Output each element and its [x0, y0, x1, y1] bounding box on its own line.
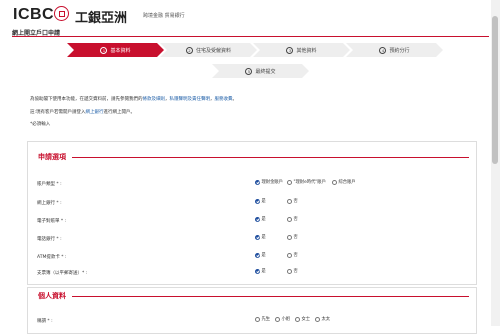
tagline: 跨境金融 貿易銀行 — [143, 13, 185, 19]
radio-icon[interactable] — [287, 198, 292, 204]
account-type-option[interactable]: 綜合賬戶 — [332, 179, 356, 185]
radio-icon[interactable] — [315, 316, 320, 322]
radio-icon[interactable] — [287, 179, 292, 185]
radio-icon[interactable] — [287, 234, 292, 240]
option-label: 是 — [261, 199, 266, 204]
title-option-mr[interactable]: 先生 — [255, 316, 270, 322]
option-label: 否 — [293, 217, 298, 222]
cheque-book-no[interactable]: 否 — [287, 268, 298, 274]
step-number: 1 — [100, 47, 107, 54]
application-options-title: 申請選項 — [38, 153, 66, 161]
option-label: 否 — [293, 269, 298, 274]
step-label: 其他資料 — [296, 47, 317, 54]
step-number: 5 — [245, 68, 252, 75]
option-label: 是 — [261, 253, 266, 258]
e-statement-no[interactable]: 否 — [287, 216, 298, 222]
radio-checked-icon[interactable] — [255, 252, 260, 258]
radio-icon[interactable] — [295, 316, 300, 322]
radio-icon[interactable] — [275, 316, 280, 322]
phone-banking-no[interactable]: 否 — [287, 234, 298, 240]
title-option-mrs[interactable]: 太太 — [315, 316, 330, 322]
icbc-logo-icon[interactable] — [54, 6, 69, 21]
privacy-link[interactable]: 私隱聲明及責任聲明 — [170, 97, 211, 102]
option-label: 否 — [293, 235, 298, 240]
intro-line-2: 註:現有客戶若需開戶請登入網上銀行進行網上開戶。 — [30, 109, 135, 115]
option-label: 否 — [293, 253, 298, 258]
section-divider — [72, 296, 469, 297]
step-label: 住宅及受僱資料 — [195, 47, 231, 54]
option-label: 太太 — [321, 317, 331, 322]
option-label: 否 — [293, 199, 298, 204]
site-header: ICBC 工銀亞洲 跨境金融 貿易銀行 — [0, 0, 490, 32]
step-label: 基本資料 — [110, 47, 131, 54]
atm-card-label: ATM提款卡 * : — [37, 255, 67, 260]
title-field-label: 稱謂 * : — [37, 319, 53, 324]
option-label: 綜合賬戶 — [338, 180, 356, 185]
atm-card-no[interactable]: 否 — [287, 252, 298, 258]
radio-icon[interactable] — [287, 252, 292, 258]
option-label: 理財金賬戶 — [261, 180, 283, 185]
radio-checked-icon[interactable] — [255, 198, 260, 204]
application-options-panel — [27, 141, 477, 285]
radio-icon[interactable] — [332, 179, 337, 185]
option-label: 先生 — [261, 317, 271, 322]
option-label: "理財e時代"賬戶 — [293, 180, 326, 185]
required-note: *必須輸入 — [30, 122, 51, 127]
phone-banking-yes[interactable]: 是 — [255, 234, 266, 240]
option-label: 小姐 — [281, 317, 291, 322]
online-banking-link[interactable]: 網上銀行 — [86, 110, 104, 115]
title-option-miss[interactable]: 小姐 — [275, 316, 290, 322]
title-divider — [12, 36, 489, 37]
option-label: 女士 — [301, 317, 311, 322]
account-type-option[interactable]: 理財金賬戶 — [255, 179, 283, 185]
note-text: 註:現有客戶若需開戶請登入 — [30, 110, 86, 115]
step-number: 2 — [186, 47, 193, 54]
personal-info-panel — [27, 287, 477, 334]
personal-info-title: 個人資料 — [38, 292, 66, 300]
radio-checked-icon[interactable] — [255, 268, 260, 274]
e-statement-yes[interactable]: 是 — [255, 216, 266, 222]
note-suffix: 進行網上開戶。 — [103, 110, 136, 115]
online-banking-no[interactable]: 否 — [287, 198, 298, 204]
step-final-submit: 5 最終提交 — [212, 64, 309, 78]
logo-chinese-text[interactable]: 工銀亞洲 — [75, 7, 127, 26]
radio-checked-icon[interactable] — [255, 234, 260, 240]
option-label: 是 — [261, 269, 266, 274]
step-label: 最終提交 — [255, 68, 276, 75]
section-divider — [72, 157, 469, 158]
radio-checked-icon[interactable] — [255, 179, 260, 185]
cheque-book-yes[interactable]: 是 — [255, 268, 266, 274]
step-number: 4 — [379, 47, 386, 54]
step-residence-employment: 2 住宅及受僱資料 — [160, 43, 257, 57]
intro-suffix: 。 — [232, 97, 238, 102]
account-type-option[interactable]: "理財e時代"賬戶 — [287, 179, 326, 185]
terms-link[interactable]: 條款及細則 — [143, 97, 166, 102]
phone-banking-label: 電話銀行 * : — [37, 237, 62, 242]
radio-icon[interactable] — [287, 216, 292, 222]
option-label: 是 — [261, 217, 266, 222]
step-other-info: 3 其他資料 — [253, 43, 350, 57]
step-basic-info: 1 基本資料 — [67, 43, 164, 57]
atm-card-yes[interactable]: 是 — [255, 252, 266, 258]
logo-text[interactable]: ICBC — [13, 6, 54, 24]
radio-icon[interactable] — [255, 316, 260, 322]
radio-checked-icon[interactable] — [255, 216, 260, 222]
cheque-book-label: 支票簿（以平郵寄送）* : — [37, 271, 88, 276]
e-statement-label: 電子對賬單 * : — [37, 219, 67, 224]
radio-icon[interactable] — [287, 268, 292, 274]
fees-link[interactable]: 服務收費 — [215, 97, 233, 102]
intro-line-1: 為協助閣下使用本功能，在遞交資料前，請先參閱我們的條款及細則，私隱聲明及責任聲明… — [30, 96, 237, 102]
page-scrollbar-thumb[interactable] — [492, 16, 498, 164]
title-option-ms[interactable]: 女士 — [295, 316, 310, 322]
step-book-branch: 4 預約分行 — [346, 43, 443, 57]
online-banking-yes[interactable]: 是 — [255, 198, 266, 204]
intro-text: 為協助閣下使用本功能，在遞交資料前，請先參閱我們的 — [30, 97, 143, 102]
account-type-label: 賬戶類型 * : — [37, 182, 62, 187]
step-number: 3 — [286, 47, 293, 54]
online-banking-label: 網上銀行 * : — [37, 201, 62, 206]
option-label: 是 — [261, 235, 266, 240]
step-label: 預約分行 — [389, 47, 410, 54]
